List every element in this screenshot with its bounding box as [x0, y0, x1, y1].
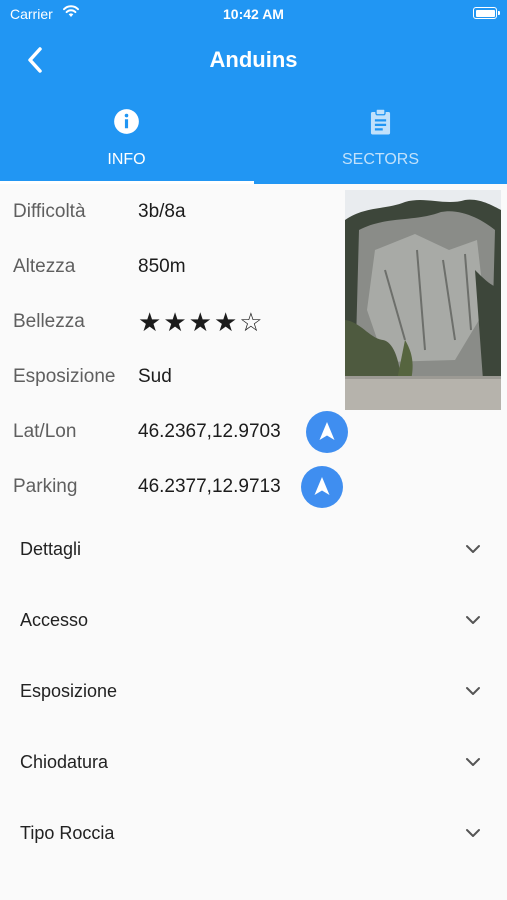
navigation-arrow-icon — [314, 477, 330, 495]
status-bar: Carrier 10:42 AM — [0, 0, 507, 30]
info-icon — [114, 109, 139, 134]
section-chiodatura[interactable]: Chiodatura — [0, 752, 507, 823]
section-dettagli[interactable]: Dettagli — [0, 539, 507, 610]
chevron-down-icon — [466, 545, 480, 553]
chevron-down-icon — [466, 616, 480, 624]
clock: 10:42 AM — [223, 6, 284, 22]
parking-label: Parking — [13, 476, 78, 497]
star-empty-icon: ☆ — [239, 307, 265, 337]
clipboard-icon — [370, 108, 391, 135]
page-title: Anduins — [209, 47, 298, 72]
tab-info-label: INFO — [107, 151, 146, 168]
tab-info[interactable]: INFO — [0, 104, 253, 184]
latlon-value: 46.2367,12.9703 — [138, 421, 281, 442]
battery-icon — [473, 7, 500, 19]
esposizione-value: Sud — [138, 366, 172, 387]
latlon-label: Lat/Lon — [13, 421, 77, 442]
navigate-latlon-button[interactable] — [306, 411, 348, 453]
crag-photo[interactable] — [345, 190, 501, 410]
bellezza-label: Bellezza — [13, 311, 85, 332]
star-filled-icon: ★ — [213, 307, 240, 337]
tab-sectors-label: SECTORS — [341, 151, 420, 168]
section-chiodatura-label: Chiodatura — [20, 752, 109, 772]
navigation-arrow-icon — [319, 422, 335, 440]
star-filled-icon: ★ — [163, 307, 189, 337]
parking-value: 46.2377,12.9713 — [138, 476, 281, 497]
chevron-down-icon — [466, 829, 480, 837]
chevron-down-icon — [466, 687, 480, 695]
tab-indicator — [0, 181, 254, 184]
star-filled-icon: ★ — [138, 307, 164, 337]
section-tipo-roccia-label: Tipo Roccia — [20, 823, 115, 843]
section-esposizione[interactable]: Esposizione — [0, 681, 507, 752]
section-dettagli-label: Dettagli — [20, 539, 82, 559]
section-tipo-roccia[interactable]: Tipo Roccia — [0, 823, 507, 894]
difficolta-label: Difficoltà — [13, 201, 86, 222]
chevron-down-icon — [466, 758, 480, 766]
section-accesso[interactable]: Accesso — [0, 610, 507, 681]
rating-stars: ★★★★☆ — [138, 307, 265, 338]
section-accesso-label: Accesso — [20, 610, 89, 630]
difficolta-value: 3b/8a — [138, 201, 186, 222]
altezza-value: 850m — [138, 256, 186, 277]
altezza-label: Altezza — [13, 256, 76, 277]
tab-sectors[interactable]: SECTORS — [254, 104, 507, 184]
esposizione-label: Esposizione — [13, 366, 116, 387]
star-filled-icon: ★ — [188, 307, 214, 337]
navigate-parking-button[interactable] — [301, 466, 343, 508]
section-esposizione-label: Esposizione — [20, 681, 118, 701]
app-header: Carrier 10:42 AM Anduins INFO SECTORS — [0, 0, 507, 184]
